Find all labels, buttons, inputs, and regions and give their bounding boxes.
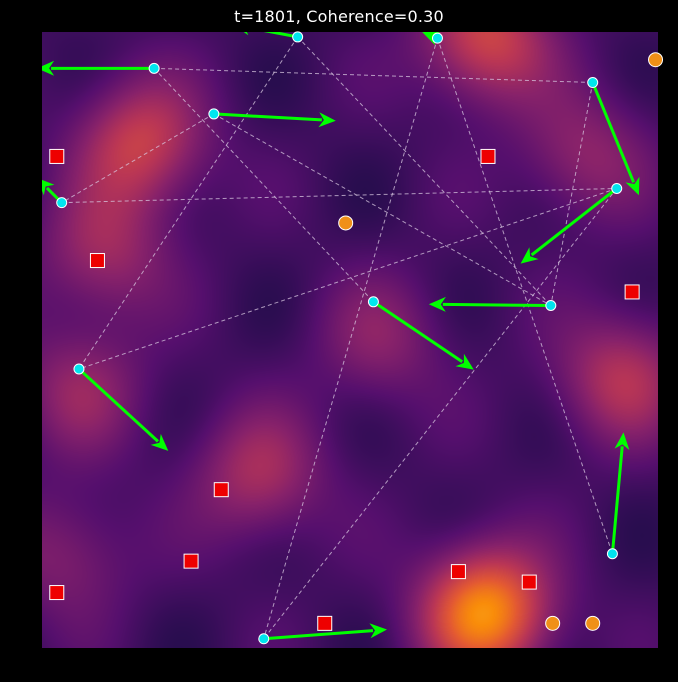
resource-marker: [648, 52, 664, 68]
heatmap-image: [42, 32, 658, 648]
target-marker: [49, 148, 65, 164]
target-marker: [89, 253, 105, 269]
target-marker: [521, 574, 537, 590]
target-marker: [624, 284, 640, 300]
agent-point: [545, 300, 557, 312]
agent-point: [208, 108, 220, 120]
target-marker: [183, 553, 199, 569]
agent-point: [258, 633, 270, 645]
target-marker: [317, 615, 333, 631]
target-marker: [213, 482, 229, 498]
resource-marker: [338, 215, 354, 231]
agent-point: [73, 363, 85, 375]
heatmap-background: [42, 32, 658, 648]
agent-point: [587, 77, 599, 89]
agent-point: [606, 548, 618, 560]
target-marker: [49, 585, 65, 601]
resource-marker: [545, 615, 561, 631]
agent-point: [292, 31, 304, 43]
agent-point: [148, 62, 160, 74]
target-marker: [480, 148, 496, 164]
agent-point: [611, 182, 623, 194]
chart-plot: [42, 31, 664, 648]
agent-point: [431, 32, 443, 44]
agent-point: [56, 197, 68, 209]
agent-point: [367, 296, 379, 308]
velocity-arrow-shaft: [442, 302, 551, 308]
target-marker: [450, 564, 466, 580]
resource-marker: [585, 615, 601, 631]
